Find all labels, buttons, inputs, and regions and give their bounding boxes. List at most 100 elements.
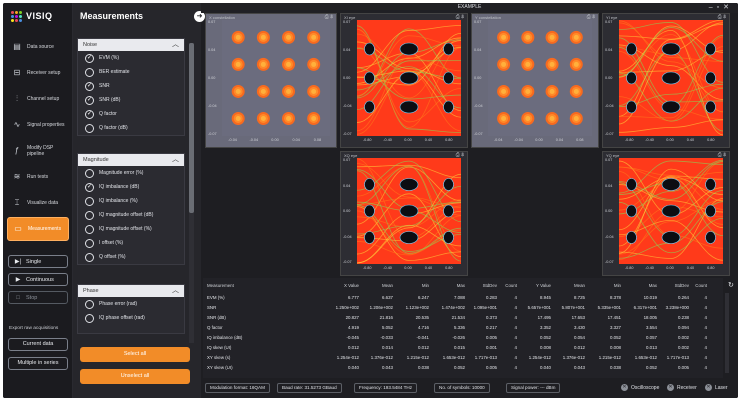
sidebar-item-label: Run tests <box>27 174 49 180</box>
measurement-option[interactable]: Phase error (rad) <box>78 297 184 311</box>
measurement-option[interactable]: IQ imbalance (%) <box>78 194 184 208</box>
single-button[interactable]: ▶| Single <box>8 255 68 268</box>
y-tick-label: -0.07 <box>343 260 352 264</box>
scrollbar-thumb[interactable] <box>189 43 194 213</box>
y-tick-label: 0.00 <box>208 76 216 80</box>
y-tick-label: -0.07 <box>208 132 217 136</box>
measurement-option[interactable]: IQ magnitude offset (%) <box>78 222 184 236</box>
sidebar-item-visualize-data[interactable]: ⌶ Visualize data <box>7 191 69 215</box>
eye-xi-plot[interactable]: XI eye ⎙ ⇩ 0.07 0.04 0.00 -0.04 -0.07 -0.80 -0.4… <box>340 13 468 148</box>
constellation-point <box>260 88 266 94</box>
table-scrollbar[interactable] <box>725 293 729 373</box>
constellation-point <box>525 61 531 67</box>
measurements-panel: Measurements Noise ︿ ✓ EVM (%) BER estimat… <box>73 3 201 398</box>
eye-opening <box>626 100 637 114</box>
eye-opening <box>626 204 637 218</box>
select-all-button[interactable]: Select all <box>80 347 190 362</box>
measurement-option[interactable]: Q factor (dB) <box>78 121 184 135</box>
y-tick-label: 0.04 <box>605 183 613 188</box>
panel-scrollbar[interactable] <box>189 43 194 343</box>
measurement-option[interactable]: ✓ Q factor <box>78 107 184 121</box>
table-cell: 0.238 <box>678 314 689 320</box>
eye-yq-plot[interactable]: YQ eye ⎙ ⇩ 0.07 0.04 0.00 -0.04 -0.07 -0.80 -0.4… <box>602 151 730 276</box>
measurement-option[interactable]: ✓ EVM (%) <box>78 51 184 65</box>
table-cell: 5.335e+001 <box>597 304 621 310</box>
phase-group-header[interactable]: Phase ︿ <box>78 285 184 297</box>
constellation-point <box>501 88 507 94</box>
table-cell: 0.057 <box>646 334 657 340</box>
x-tick-label: 0.40 <box>424 266 433 270</box>
measurement-option[interactable]: Magnitude error (%) <box>78 166 184 180</box>
eye-opening <box>661 231 681 244</box>
multiple-in-series-button[interactable]: Multiple in series <box>8 357 68 370</box>
measurement-option[interactable]: ✓ SNR (dB) <box>78 93 184 107</box>
measurement-option[interactable]: ✓ IQ imbalance (dB) <box>78 180 184 194</box>
window-controls[interactable]: –▫✕ <box>709 3 733 11</box>
sidebar: VISIQ ▤ Data source ⊟ Receiver setup ⫶ C… <box>3 3 73 398</box>
constellation-point <box>260 34 266 40</box>
panel-title: Measurements <box>80 11 144 21</box>
constellation-point <box>286 61 292 67</box>
oscilloscope-status[interactable]: ✕ Oscilloscope <box>621 384 659 391</box>
eye-opening <box>399 100 419 114</box>
measurement-option[interactable]: ✓ SNR <box>78 79 184 93</box>
sidebar-item-data-source[interactable]: ▤ Data source <box>7 35 69 59</box>
continuous-button[interactable]: ▶ Continuous <box>8 273 68 286</box>
table-cell: 0.013 <box>646 344 657 350</box>
eye-opening <box>364 71 375 85</box>
table-cell: 17.451 <box>607 314 621 320</box>
constellation-y-plot[interactable]: Y constellation ⎙ ⇩ 0.07 0.04 0.00 -0.04 -0.07… <box>471 13 599 148</box>
option-label: Q factor (dB) <box>99 125 128 131</box>
table-cell: 0.002 <box>678 334 689 340</box>
sidebar-item-label: Channel setup <box>27 96 60 102</box>
constellation-x-plot[interactable]: X constellation ⎙ ⇩ 0.07 0.04 0.00 -0.04 -0.07… <box>205 13 337 148</box>
sidebar-item-receiver-setup[interactable]: ⊟ Receiver setup <box>7 61 69 85</box>
measurement-option[interactable]: IQ magnitude offset (dB) <box>78 208 184 222</box>
x-tick-label: 0.80 <box>707 138 715 142</box>
laser-status[interactable]: ✕ Laser <box>705 384 728 391</box>
y-tick-label: -0.04 <box>343 104 352 108</box>
eye-xq-plot[interactable]: XQ eye ⎙ ⇩ 0.07 0.04 0.00 -0.04 -0.07 -0.80 -0.4… <box>340 151 468 276</box>
measurement-option[interactable]: BER estimate <box>78 65 184 79</box>
sidebar-item-label: Measurements <box>28 226 62 232</box>
measurement-option[interactable]: Q offset (%) <box>78 250 184 264</box>
x-tick-row: -0.80 -0.40 0.00 0.40 0.80 <box>619 266 721 272</box>
eye-opening <box>443 100 454 114</box>
sidebar-item-channel-setup[interactable]: ⫶ Channel setup <box>7 87 69 111</box>
table-row: XY skew (UI) 0.040 0.043 0.038 0.052 0.005 4 0.… <box>203 363 723 372</box>
table-cell: 0.001 <box>486 344 497 350</box>
table-cell: 0.043 <box>574 364 585 370</box>
table-cell: 0.043 <box>382 364 393 370</box>
table-row: XY skew (s) 1.254e-012 1.376e-012 1.215e-01… <box>203 353 723 362</box>
noise-group-header[interactable]: Noise ︿ <box>78 39 184 51</box>
sidebar-item-label: Receiver setup <box>27 70 61 76</box>
table-row: SNR (dB) 20.827 21.816 20.535 21.534 0.373 4 17… <box>203 313 723 322</box>
receiver-status[interactable]: ✕ Receiver <box>667 384 697 391</box>
eye-opening <box>626 231 637 244</box>
function-icon: ƒ <box>14 146 20 155</box>
constellation-point <box>525 115 531 121</box>
eye-opening <box>705 100 716 114</box>
table-cell: 7.088 <box>454 294 465 300</box>
constellation-point <box>286 88 292 94</box>
sidebar-item-signal-properties[interactable]: ∿ Signal properties <box>7 113 69 137</box>
sidebar-item-modify-dsp[interactable]: ƒ Modify DSP pipeline <box>7 139 69 163</box>
magnitude-group-header[interactable]: Magnitude ︿ <box>78 154 184 166</box>
stop-button[interactable]: □ Stop <box>8 291 68 304</box>
measurement-option[interactable]: I offset (%) <box>78 236 184 250</box>
unselect-all-button[interactable]: Unselect all <box>80 369 190 384</box>
refresh-icon[interactable]: ↻ <box>728 281 734 289</box>
y-tick-label: 0.00 <box>605 209 613 213</box>
measurement-option[interactable]: IQ phase offset (rad) <box>78 311 184 325</box>
table-cell: 0.015 <box>454 344 465 350</box>
table-cell: 1.250e+002 <box>335 304 359 310</box>
y-tick-label: 0.04 <box>474 48 482 52</box>
table-cell: 0.052 <box>646 364 657 370</box>
current-data-button[interactable]: Current data <box>8 338 68 351</box>
table-cell: 1.095e+001 <box>473 304 497 310</box>
table-cell: 3.554 <box>646 324 657 330</box>
table-cell: 0.052 <box>610 334 621 340</box>
sidebar-item-run-tests[interactable]: ≋ Run tests <box>7 165 69 189</box>
eye-yi-plot[interactable]: YI eye ⎙ ⇩ 0.07 0.04 0.00 -0.04 -0.07 -0.80 -0.4… <box>602 13 730 148</box>
sidebar-item-measurements[interactable]: ▭ Measurements <box>7 217 69 241</box>
